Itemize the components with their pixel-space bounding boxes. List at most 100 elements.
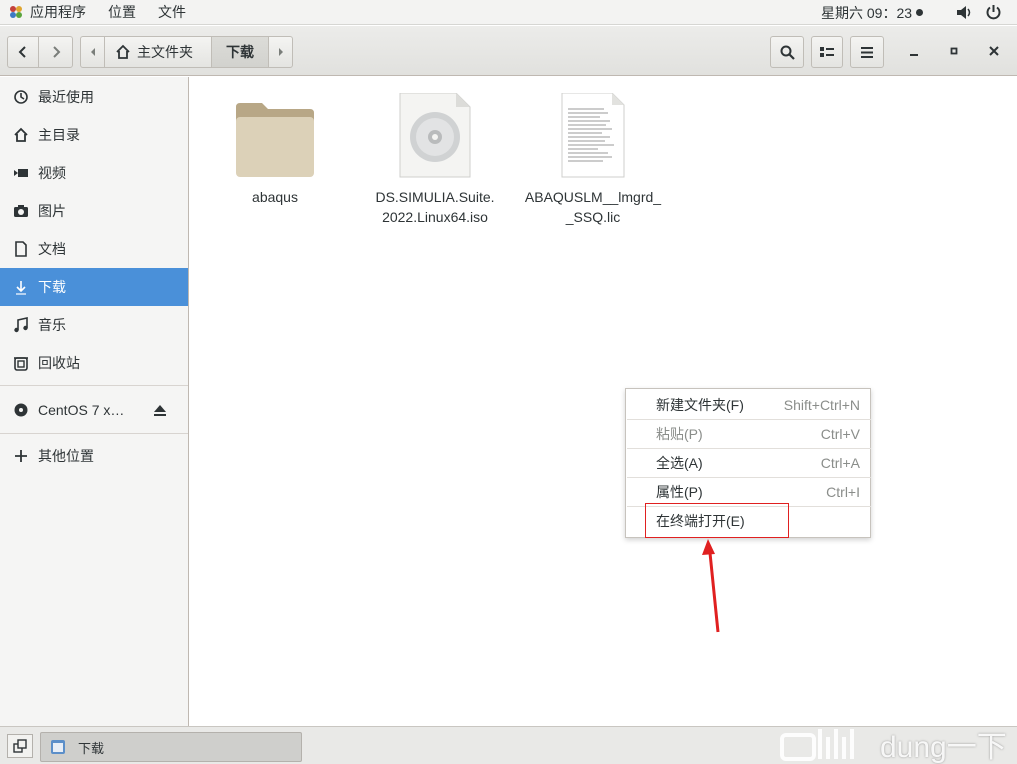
camera-icon	[14, 205, 28, 217]
menu-item-select-all[interactable]: 全选(A) Ctrl+A	[626, 448, 870, 477]
sidebar-item-centos-disc[interactable]: CentOS 7 x…	[0, 391, 188, 429]
close-button[interactable]	[979, 36, 1009, 66]
sidebar-item-downloads[interactable]: 下载	[0, 268, 188, 306]
file-name: DS.SIMULIA.Suite. 2022.Linux64.iso	[365, 187, 505, 227]
sidebar-item-label: 回收站	[38, 355, 80, 371]
chevron-right-icon	[52, 46, 60, 58]
forward-button[interactable]	[38, 36, 73, 68]
video-icon	[14, 169, 28, 177]
sidebar-item-trash[interactable]: 回收站	[0, 344, 188, 382]
clock-text: 星期六 09：23	[821, 4, 913, 21]
chevron-left-icon	[18, 46, 26, 58]
disc-image-icon	[399, 93, 471, 178]
sidebar: 最近使用 主目录 视频 图片 文档 下载 音乐 回收站 CentOS 7 x… …	[0, 77, 189, 726]
sidebar-item-videos[interactable]: 视频	[0, 154, 188, 192]
show-desktop-button[interactable]	[7, 734, 33, 758]
trash-icon	[14, 357, 28, 371]
sidebar-item-other-locations[interactable]: 其他位置	[0, 437, 188, 475]
disc-icon	[14, 403, 28, 417]
file-menu[interactable]: 文件	[158, 0, 186, 25]
watermark-text: dung一下	[880, 730, 1007, 764]
music-icon	[14, 317, 28, 333]
menu-item-properties[interactable]: 属性(P) Ctrl+I	[626, 477, 870, 506]
file-manager-icon	[51, 740, 65, 754]
path-home-label: 主文件夹	[137, 44, 193, 60]
menu-item-label: 属性(P)	[656, 483, 703, 500]
hamburger-menu-button[interactable]	[850, 36, 884, 68]
maximize-button[interactable]	[939, 36, 969, 66]
sidebar-item-label: 其他位置	[38, 448, 94, 464]
header-bar: 主文件夹 下载	[0, 26, 1017, 76]
file-view[interactable]: abaqus DS.SIMULIA.Suite. 2022.Linux64.is…	[190, 77, 1017, 726]
bilibili-logo-icon	[780, 728, 854, 761]
path-scroll-left-button[interactable]	[80, 36, 105, 68]
file-item-iso[interactable]: DS.SIMULIA.Suite. 2022.Linux64.iso	[365, 93, 505, 227]
plus-icon	[15, 450, 27, 462]
close-icon	[989, 46, 999, 56]
sidebar-item-label: 音乐	[38, 317, 66, 333]
applications-label: 应用程序	[30, 4, 86, 20]
sidebar-item-label: 主目录	[38, 127, 80, 143]
sidebar-item-pictures[interactable]: 图片	[0, 192, 188, 230]
sidebar-item-label: CentOS 7 x…	[38, 402, 125, 418]
file-name-line: _SSQ.lic	[565, 209, 621, 225]
home-icon	[14, 127, 28, 142]
document-icon	[15, 241, 27, 257]
clock[interactable]: 星期六 09：23	[821, 0, 924, 25]
menu-item-accel: Ctrl+I	[826, 483, 860, 500]
path-home-button[interactable]: 主文件夹	[104, 36, 212, 68]
clock-icon	[14, 90, 28, 104]
path-current-button[interactable]: 下载	[211, 36, 269, 68]
file-name: ABAQUSLM__lmgrd_ _SSQ.lic	[523, 187, 663, 227]
path-current-label: 下载	[226, 44, 254, 60]
triangle-left-icon	[90, 48, 95, 56]
file-name: abaqus	[252, 189, 298, 205]
view-mode-button[interactable]	[811, 36, 843, 68]
file-item-license[interactable]: ABAQUSLM__lmgrd_ _SSQ.lic	[523, 93, 663, 227]
sidebar-item-label: 图片	[38, 203, 66, 219]
menu-item-label: 粘贴(P)	[656, 425, 703, 442]
power-icon[interactable]	[985, 4, 1002, 21]
home-icon	[116, 44, 130, 59]
gnome-foot-icon	[10, 6, 22, 18]
sidebar-item-label: 下载	[38, 279, 66, 295]
menu-item-accel: Shift+Ctrl+N	[783, 396, 860, 413]
minimize-button[interactable]	[899, 36, 929, 66]
text-file-icon	[561, 93, 625, 178]
menu-item-paste[interactable]: 粘贴(P) Ctrl+V	[626, 419, 870, 448]
file-name-line: 2022.Linux64.iso	[382, 209, 488, 225]
eject-icon[interactable]	[153, 403, 167, 417]
sidebar-item-label: 最近使用	[38, 89, 94, 105]
maximize-icon	[950, 47, 958, 55]
menu-item-label: 新建文件夹(F)	[656, 396, 744, 413]
search-icon	[780, 45, 795, 60]
menu-item-new-folder[interactable]: 新建文件夹(F) Shift+Ctrl+N	[626, 390, 870, 419]
download-icon	[16, 281, 26, 295]
back-button[interactable]	[7, 36, 39, 68]
sidebar-item-recent[interactable]: 最近使用	[0, 78, 188, 116]
volume-icon[interactable]	[956, 5, 973, 20]
taskbar-window-label: 下载	[78, 740, 105, 756]
menu-item-accel: Ctrl+V	[820, 425, 860, 442]
sidebar-separator	[0, 433, 188, 434]
annotation-highlight-box	[645, 503, 789, 538]
places-menu[interactable]: 位置	[108, 0, 136, 25]
top-panel: 应用程序 位置 文件 星期六 09：23	[0, 0, 1017, 25]
path-scroll-right-button[interactable]	[268, 36, 293, 68]
file-item-abaqus[interactable]: abaqus	[205, 93, 345, 207]
watermark: dung一下	[780, 723, 1007, 764]
applications-menu[interactable]: 应用程序	[0, 0, 86, 25]
sidebar-item-music[interactable]: 音乐	[0, 306, 188, 344]
list-view-icon	[820, 47, 834, 57]
window-list-icon	[13, 739, 27, 753]
sidebar-item-label: 视频	[38, 165, 66, 181]
annotation-arrow-icon	[702, 539, 720, 633]
sidebar-item-home[interactable]: 主目录	[0, 116, 188, 154]
search-button[interactable]	[770, 36, 804, 68]
taskbar-window-button[interactable]: 下载	[40, 732, 302, 762]
triangle-right-icon	[278, 48, 283, 56]
menu-item-label: 全选(A)	[656, 454, 703, 471]
sidebar-item-documents[interactable]: 文档	[0, 230, 188, 268]
hamburger-icon	[861, 46, 873, 58]
sidebar-separator	[0, 385, 188, 386]
